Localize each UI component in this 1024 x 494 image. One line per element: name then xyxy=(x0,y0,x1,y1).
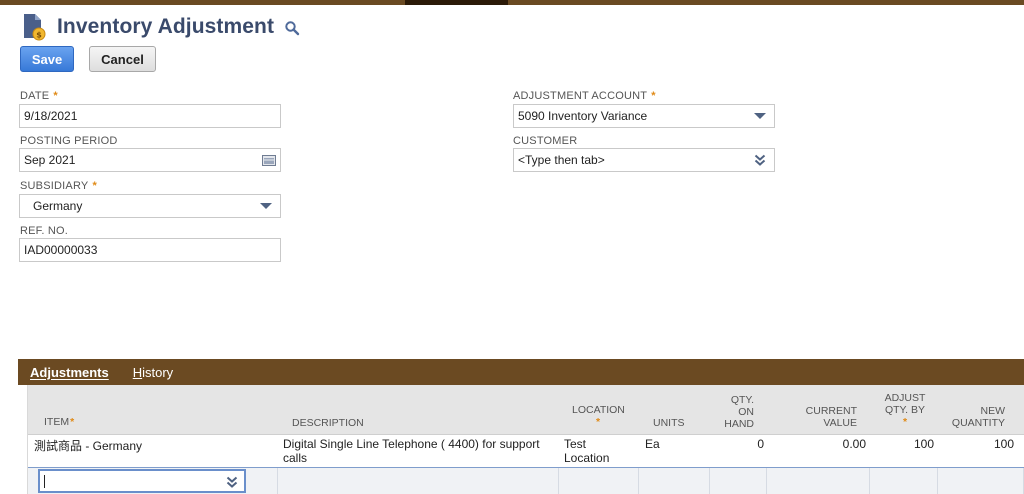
required-marker: * xyxy=(92,180,97,192)
customer-value: <Type then tab> xyxy=(518,153,605,167)
page-title: Inventory Adjustment xyxy=(57,15,275,38)
cell-qty-on-hand: 0 xyxy=(757,437,764,451)
col-units: UNITS xyxy=(653,417,685,429)
cell-current-value: 0.00 xyxy=(842,437,866,451)
cell-new-quantity: 100 xyxy=(993,437,1014,451)
col-description: DESCRIPTION xyxy=(292,417,364,429)
cell-item: 測試商品 - Germany xyxy=(34,439,143,453)
date-label: DATE * xyxy=(20,90,58,102)
new-line-cell xyxy=(767,468,870,494)
text-caret xyxy=(44,474,45,488)
sublist-tabs: Adjustments History xyxy=(18,359,1024,385)
cancel-button[interactable]: Cancel xyxy=(89,46,156,72)
brand-bar-accent xyxy=(405,0,508,5)
subsidiary-select[interactable]: Germany xyxy=(19,194,281,218)
posting-period-label: POSTING PERIOD xyxy=(20,135,118,147)
required-marker: * xyxy=(651,90,656,102)
brand-bar xyxy=(0,0,1024,5)
cell-location: Test Location xyxy=(564,437,610,465)
customer-label: CUSTOMER xyxy=(513,135,578,147)
dropdown-arrow-icon xyxy=(754,113,766,119)
adjustment-account-value: 5090 Inventory Variance xyxy=(518,109,648,123)
save-button[interactable]: Save xyxy=(20,46,74,72)
col-new-quantity: NEW QUANTITY xyxy=(951,405,1005,429)
new-line-cell[interactable] xyxy=(278,468,559,494)
table-row[interactable]: 測試商品 - Germany Digital Single Line Telep… xyxy=(28,435,1024,467)
ref-no-value: IAD00000033 xyxy=(24,243,98,257)
cell-adjust-qty-by: 100 xyxy=(913,437,934,451)
posting-period-value: Sep 2021 xyxy=(24,153,76,167)
table-header: ITEM* DESCRIPTION LOCATION * UNITS QTY. ON… xyxy=(28,385,1024,435)
col-item: ITEM* xyxy=(44,416,75,428)
svg-text:$: $ xyxy=(36,31,42,40)
new-line-item-input[interactable] xyxy=(38,469,246,493)
adjustment-account-select[interactable]: 5090 Inventory Variance xyxy=(513,104,775,128)
sublist-left-edge xyxy=(18,385,28,494)
double-chevron-down-icon[interactable] xyxy=(226,475,238,488)
ref-no-label: REF. NO. xyxy=(20,225,69,237)
page-header: $ Inventory Adjustment xyxy=(22,12,300,42)
new-line-cell[interactable] xyxy=(639,468,710,494)
ref-no-field[interactable]: IAD00000033 xyxy=(19,238,281,262)
col-location: LOCATION * xyxy=(572,404,625,428)
tab-adjustments[interactable]: Adjustments xyxy=(18,359,121,385)
adjustment-account-label: ADJUSTMENT ACCOUNT * xyxy=(513,90,656,102)
document-with-coin-icon: $ xyxy=(22,13,48,41)
new-line-cell xyxy=(710,468,767,494)
new-line-cell[interactable] xyxy=(559,468,639,494)
date-field[interactable]: 9/18/2021 xyxy=(19,104,281,128)
cell-units: Ea xyxy=(645,437,660,451)
new-line-cell[interactable] xyxy=(870,468,938,494)
calendar-picker-icon[interactable] xyxy=(262,154,276,166)
posting-period-field[interactable]: Sep 2021 xyxy=(19,148,281,172)
subsidiary-label: SUBSIDIARY * xyxy=(20,180,97,192)
col-current-value: CURRENT VALUE xyxy=(805,405,857,429)
required-marker: * xyxy=(53,90,58,102)
new-line-cell[interactable] xyxy=(938,468,1024,494)
subsidiary-value: Germany xyxy=(33,199,83,213)
double-chevron-down-icon[interactable] xyxy=(754,154,766,166)
col-qty-on-hand: QTY. ON HAND xyxy=(724,394,754,430)
date-value: 9/18/2021 xyxy=(24,109,78,123)
col-adjust-qty-by: ADJUST QTY. BY * xyxy=(884,392,926,428)
tab-history[interactable]: History xyxy=(121,359,185,385)
dropdown-arrow-icon xyxy=(260,203,272,209)
cell-description: Digital Single Line Telephone ( 4400) fo… xyxy=(283,437,540,465)
customer-field[interactable]: <Type then tab> xyxy=(513,148,775,172)
magnifier-icon[interactable] xyxy=(284,20,300,36)
